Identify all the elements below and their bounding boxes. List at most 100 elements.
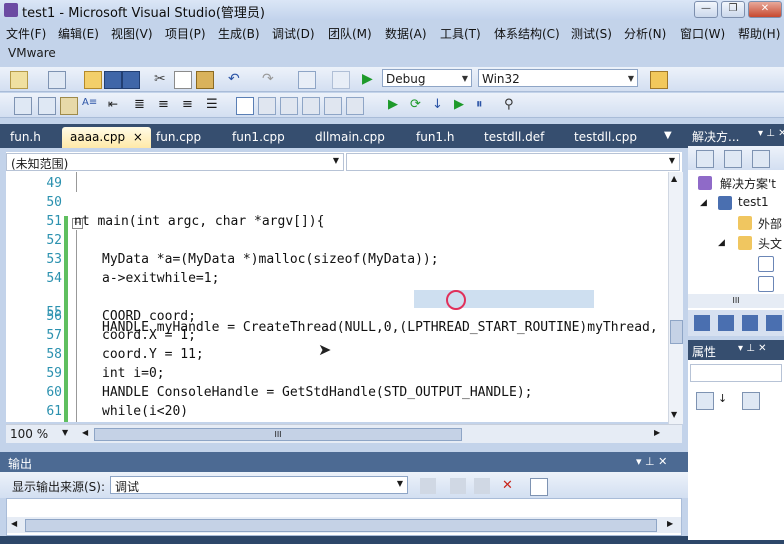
output-horizontal-scrollbar[interactable]: ◀ ▶ [7, 517, 681, 533]
start-debugging-icon[interactable]: ▶ [362, 71, 378, 87]
tab-fun-h[interactable]: fun.h [2, 127, 49, 148]
save-all-icon[interactable] [122, 71, 140, 89]
menu-data[interactable]: 数据(A) [385, 25, 427, 42]
horizontal-scroll-thumb[interactable]: III [94, 428, 462, 441]
break-all-icon[interactable]: ⏸ [476, 97, 492, 113]
tab-aaaa-cpp[interactable]: aaaa.cpp × [62, 127, 151, 148]
parameter-info-icon[interactable] [38, 97, 56, 115]
menu-project[interactable]: 项目(P) [165, 25, 206, 42]
clear-bookmarks-icon[interactable] [346, 97, 364, 115]
zoom-level[interactable]: 100 % [10, 427, 48, 441]
tab-testdll-cpp[interactable]: testdll.cpp [566, 127, 645, 148]
menu-help[interactable]: 帮助(H) [738, 25, 780, 42]
toggle-word-wrap-icon[interactable] [530, 478, 548, 496]
tree-item-project[interactable]: test1 [738, 195, 769, 209]
menu-edit[interactable]: 编辑(E) [58, 25, 99, 42]
next-folder-bookmark-icon[interactable] [324, 97, 342, 115]
scroll-right-icon[interactable]: ▶ [667, 519, 673, 528]
expand-arrow-icon[interactable]: ◢ [718, 238, 725, 248]
horizontal-scroll-thumb[interactable] [25, 519, 657, 532]
menu-tools[interactable]: 工具(T) [440, 25, 481, 42]
tab-fun1-cpp[interactable]: fun1.cpp [224, 127, 293, 148]
menu-build[interactable]: 生成(B) [218, 25, 260, 42]
increase-indent-icon[interactable]: ≣ [134, 97, 150, 113]
menu-vmware[interactable]: VMware [8, 46, 56, 60]
tree-item-external-deps[interactable]: 外部 [758, 215, 782, 232]
run-icon[interactable]: ▶ [388, 97, 404, 113]
solution-platform-combo[interactable]: Win32 ▼ [478, 69, 638, 87]
clear-all-icon[interactable]: ✕ [502, 478, 518, 494]
panel-pin-controls[interactable]: ▾ ⊥ ✕ [738, 343, 766, 354]
complete-word-icon[interactable]: A≡ [82, 97, 98, 113]
close-button[interactable]: ✕ [748, 1, 782, 18]
show-all-files-icon[interactable] [724, 150, 742, 168]
find-icon[interactable]: ⚲ [504, 97, 520, 113]
navigate-forward-icon[interactable] [332, 71, 350, 89]
step-over-icon[interactable]: ⟳ [410, 97, 426, 113]
team-explorer-tab-icon[interactable] [766, 315, 782, 331]
add-item-icon[interactable] [48, 71, 66, 89]
save-icon[interactable] [104, 71, 122, 89]
solution-config-combo[interactable]: Debug ▼ [382, 69, 472, 87]
prev-folder-bookmark-icon[interactable] [302, 97, 320, 115]
scroll-down-icon[interactable]: ▼ [671, 410, 677, 419]
categorized-icon[interactable] [696, 392, 714, 410]
menu-architecture[interactable]: 体系结构(C) [494, 25, 560, 42]
tab-fun-cpp[interactable]: fun.cpp [148, 127, 209, 148]
header-file-icon[interactable] [758, 276, 774, 292]
tree-item-header-files[interactable]: 头文 [758, 235, 782, 252]
tab-overflow-icon[interactable]: ▼ [664, 130, 672, 141]
tab-dllmain-cpp[interactable]: dllmain.cpp [307, 127, 393, 148]
property-manager-tab-icon[interactable] [742, 315, 758, 331]
scroll-left-icon[interactable]: ◀ [11, 519, 17, 528]
go-to-next-message-icon[interactable] [450, 478, 466, 494]
tree-horizontal-scrollbar[interactable]: III [688, 294, 784, 308]
refresh-icon[interactable] [752, 150, 770, 168]
scroll-thumb[interactable] [670, 320, 683, 344]
open-folder-icon[interactable] [84, 71, 102, 89]
menu-file[interactable]: 文件(F) [6, 25, 46, 42]
minimize-button[interactable]: — [694, 1, 718, 18]
output-source-select[interactable]: 调试 ▼ [110, 476, 408, 494]
display-object-member-list-icon[interactable] [14, 97, 32, 115]
quick-info-icon[interactable] [60, 97, 78, 115]
tree-item-solution[interactable]: 解决方案't [720, 175, 776, 192]
new-project-icon[interactable] [10, 71, 28, 89]
solution-explorer-tab-icon[interactable] [694, 315, 710, 331]
find-message-icon[interactable] [474, 478, 490, 494]
expand-arrow-icon[interactable]: ◢ [700, 198, 707, 208]
menu-analyze[interactable]: 分析(N) [624, 25, 666, 42]
uncomment-icon[interactable]: ≡ [182, 97, 198, 113]
toggle-bookmark-icon[interactable] [236, 97, 254, 115]
alphabetical-icon[interactable]: ↓ [718, 392, 734, 408]
undo-icon[interactable]: ↶ [228, 71, 244, 87]
navigate-back-icon[interactable] [298, 71, 316, 89]
class-view-tab-icon[interactable] [718, 315, 734, 331]
step-into-icon[interactable]: ↓ [432, 97, 448, 113]
decrease-indent-icon[interactable]: ⇤ [108, 97, 124, 113]
header-file-icon[interactable] [758, 256, 774, 272]
editor-vertical-scrollbar[interactable]: ▲ ▼ [668, 172, 683, 424]
comment-out-icon[interactable]: ≡ [158, 97, 174, 113]
scroll-left-icon[interactable]: ◀ [82, 428, 88, 437]
next-bookmark-icon[interactable] [280, 97, 298, 115]
menu-view[interactable]: 视图(V) [111, 25, 153, 42]
scroll-right-icon[interactable]: ▶ [654, 428, 660, 437]
member-combo[interactable]: ▼ [346, 153, 680, 171]
panel-pin-controls[interactable]: ▾ ⊥ ✕ [758, 128, 784, 139]
prev-bookmark-icon[interactable] [258, 97, 276, 115]
find-in-files-icon[interactable] [650, 71, 668, 89]
properties-icon[interactable] [696, 150, 714, 168]
cut-icon[interactable]: ✂ [154, 71, 170, 87]
tab-fun1-h[interactable]: fun1.h [408, 127, 463, 148]
redo-icon[interactable]: ↷ [262, 71, 278, 87]
output-text-area[interactable]: ◀ ▶ [6, 498, 682, 536]
property-pages-icon[interactable] [742, 392, 760, 410]
object-select[interactable] [690, 364, 782, 382]
step-out-icon[interactable]: ▶ [454, 97, 470, 113]
scope-combo[interactable]: (未知范围) ▼ [6, 153, 344, 171]
close-tab-icon[interactable]: × [133, 130, 143, 144]
copy-icon[interactable] [174, 71, 192, 89]
panel-pin-controls[interactable]: ▾ ⊥ ✕ [636, 455, 667, 468]
bookmark-icon[interactable]: ☰ [206, 97, 222, 113]
